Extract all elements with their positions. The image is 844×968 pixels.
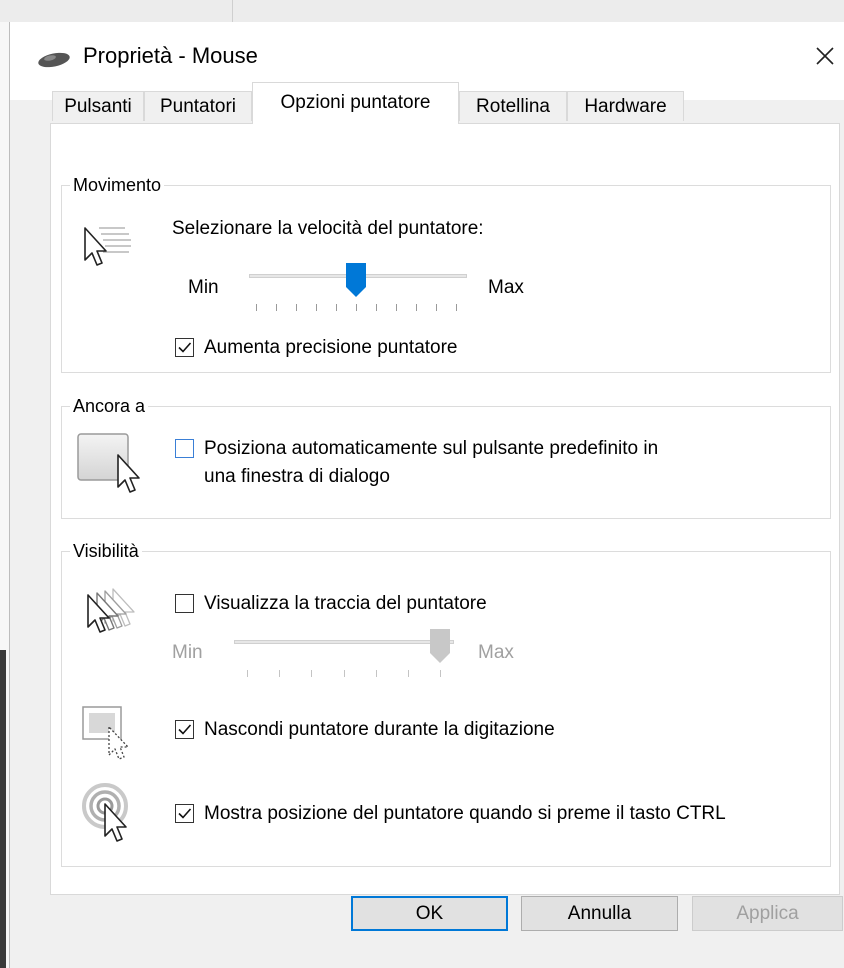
- trails-label[interactable]: Visualizza la traccia del puntatore: [204, 592, 487, 616]
- slider-tick: [316, 304, 317, 311]
- window-title: Proprietà - Mouse: [83, 43, 258, 68]
- background-window-edge: [0, 22, 10, 968]
- precision-checkbox[interactable]: [175, 338, 194, 357]
- slider-tick: [456, 304, 457, 311]
- close-button[interactable]: [806, 36, 844, 76]
- slider-tick: [436, 304, 437, 311]
- slider-tick: [311, 670, 312, 677]
- slider-tick: [296, 304, 297, 311]
- tab-label: Rotellina: [476, 96, 550, 117]
- trails-checkbox[interactable]: [175, 594, 194, 613]
- background-divider: [232, 0, 233, 22]
- speed-max-label: Max: [488, 277, 524, 298]
- snap-label-line1[interactable]: Posiziona automaticamente sul pulsante p…: [204, 437, 658, 461]
- cancel-button[interactable]: Annulla: [521, 896, 678, 931]
- slider-tick: [276, 304, 277, 311]
- tab-label: Pulsanti: [64, 96, 132, 117]
- slider-tick: [356, 304, 357, 311]
- precision-label[interactable]: Aumenta precisione puntatore: [204, 336, 458, 360]
- trails-slider-thumb: [430, 629, 450, 663]
- checkmark-icon: [178, 724, 192, 735]
- hide-typing-label[interactable]: Nascondi puntatore durante la digitazion…: [204, 718, 555, 742]
- slider-tick: [376, 304, 377, 311]
- trails-max-label: Max: [478, 642, 514, 663]
- slider-tick: [396, 304, 397, 311]
- hide-typing-checkbox[interactable]: [175, 720, 194, 739]
- trails-min-label: Min: [172, 642, 203, 663]
- background-window-strip: [0, 0, 844, 22]
- show-location-icon: [82, 783, 128, 842]
- tab-label: Hardware: [584, 96, 667, 117]
- group-title-visibilita: Visibilità: [70, 539, 142, 563]
- checkmark-icon: [178, 342, 192, 353]
- group-ancora: Ancora a: [61, 394, 831, 519]
- slider-tick: [376, 670, 377, 677]
- background-dark-edge: [0, 650, 6, 968]
- tab-puntatori[interactable]: Puntatori: [144, 91, 252, 121]
- dialog-bottom-strip: [10, 942, 844, 968]
- show-location-checkbox[interactable]: [175, 804, 194, 823]
- pointer-speed-icon: [84, 227, 131, 266]
- ok-button[interactable]: OK: [351, 896, 508, 931]
- slider-tick: [256, 304, 257, 311]
- snap-checkbox[interactable]: [175, 439, 194, 458]
- slider-tick: [247, 670, 248, 677]
- checkmark-icon: [178, 808, 192, 819]
- show-location-label[interactable]: Mostra posizione del puntatore quando si…: [204, 802, 726, 826]
- apply-button[interactable]: Applica: [692, 896, 843, 931]
- speed-min-label: Min: [188, 277, 219, 298]
- tab-label: Puntatori: [159, 96, 237, 117]
- group-title-movimento: Movimento: [70, 173, 165, 197]
- slider-tick: [344, 670, 345, 677]
- speed-label: Selezionare la velocità del puntatore:: [172, 218, 484, 239]
- group-title-ancora: Ancora a: [70, 394, 149, 418]
- snap-label-line2[interactable]: una finestra di dialogo: [204, 465, 390, 489]
- speed-slider-thumb[interactable]: [345, 262, 367, 298]
- slider-tick: [336, 304, 337, 311]
- snap-to-button-icon: [77, 433, 140, 493]
- slider-tick: [279, 670, 280, 677]
- tab-rotellina[interactable]: Rotellina: [459, 91, 567, 121]
- slider-tick: [408, 670, 409, 677]
- close-icon: [816, 47, 834, 65]
- pointer-trails-icon: [87, 588, 135, 633]
- tab-hardware[interactable]: Hardware: [567, 91, 684, 121]
- tab-label: Opzioni puntatore: [280, 92, 431, 113]
- options-panel: Movimento Selezionare la velocità del pu…: [50, 123, 840, 895]
- tab-pulsanti[interactable]: Pulsanti: [52, 91, 144, 121]
- mouse-icon: [38, 52, 70, 68]
- trails-slider-track: [234, 640, 454, 644]
- slider-tick: [440, 670, 441, 677]
- tab-opzioni-puntatore[interactable]: Opzioni puntatore: [252, 82, 459, 124]
- slider-tick: [416, 304, 417, 311]
- hide-while-typing-icon: [82, 706, 129, 760]
